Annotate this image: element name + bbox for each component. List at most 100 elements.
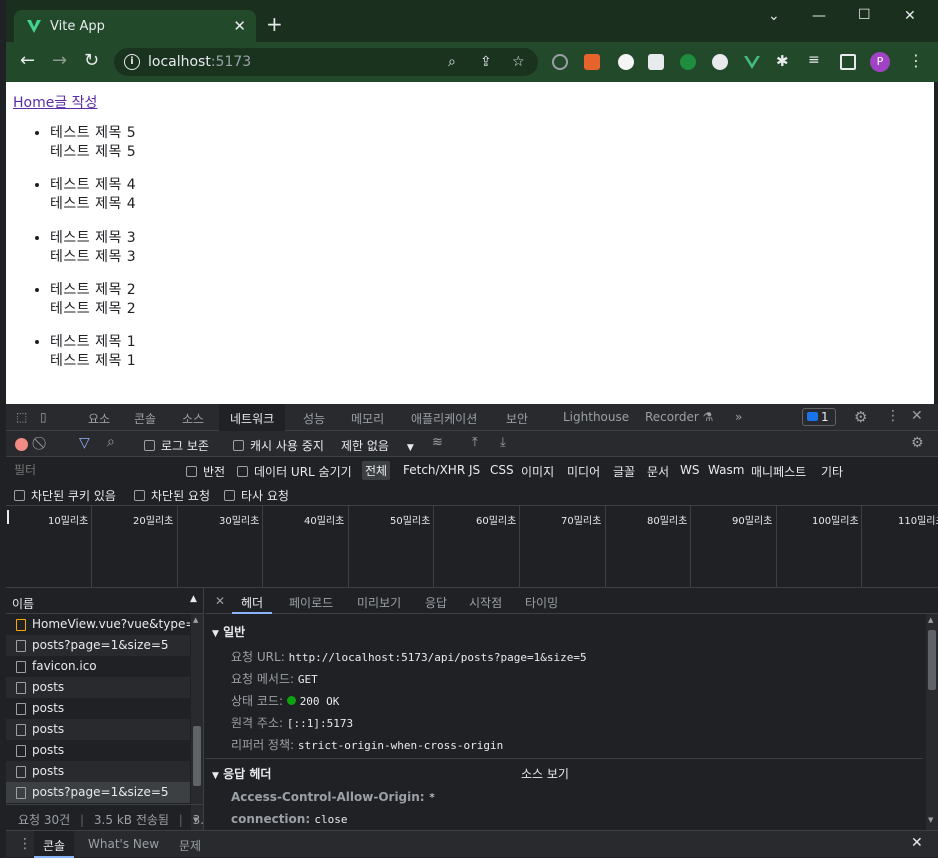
type-filter-doc[interactable]: 문서	[647, 463, 669, 480]
extension-4-icon[interactable]	[648, 54, 664, 70]
share-icon[interactable]: ⇪	[480, 54, 492, 70]
tab-response[interactable]: 응답	[425, 594, 447, 611]
profile-avatar[interactable]: P	[870, 52, 890, 72]
invert-checkbox[interactable]: 반전	[186, 463, 225, 480]
export-har-icon[interactable]: ⤓	[500, 435, 506, 450]
tab-elements[interactable]: 요소	[88, 410, 110, 427]
type-filter-all[interactable]: 전체	[362, 461, 391, 480]
media-control-icon[interactable]: ≡	[808, 52, 824, 68]
filter-icon[interactable]: ▽	[79, 435, 90, 451]
tab-lighthouse[interactable]: Lighthouse	[563, 410, 629, 424]
zoom-icon[interactable]: ⌕	[448, 54, 456, 70]
type-filter-fetch[interactable]: Fetch/XHR	[403, 463, 465, 477]
new-tab-icon[interactable]: +	[266, 14, 283, 34]
scrollbar-thumb[interactable]	[193, 726, 201, 786]
disable-cache-checkbox[interactable]: 캐시 사용 중지	[233, 437, 324, 454]
browser-menu-icon[interactable]: ⋮	[908, 51, 924, 70]
request-row[interactable]: posts	[6, 698, 190, 719]
type-filter-media[interactable]: 미디어	[567, 463, 600, 480]
request-url-value[interactable]: http://localhost:5173/api/posts?page=1&s…	[289, 651, 587, 664]
request-row[interactable]: HomeView.vue?vue&type=style	[6, 614, 190, 635]
close-devtools-icon[interactable]: ✕	[911, 408, 923, 424]
tab-timing[interactable]: 타이밍	[525, 594, 558, 611]
type-filter-other[interactable]: 기타	[821, 463, 843, 480]
request-row[interactable]: posts	[6, 761, 190, 782]
tab-headers[interactable]: 헤더	[232, 588, 273, 614]
tab-security[interactable]: 보안	[506, 410, 528, 427]
extensions-puzzle-icon[interactable]: ✱	[776, 52, 792, 70]
reload-icon[interactable]: ↻	[84, 52, 99, 70]
filter-input[interactable]	[10, 461, 172, 479]
request-row[interactable]: posts	[6, 677, 190, 698]
extension-1-icon[interactable]	[552, 54, 568, 70]
tab-initiator[interactable]: 시작점	[469, 594, 502, 611]
post-title[interactable]: 테스트 제목 4	[50, 176, 136, 195]
post-title[interactable]: 테스트 제목 3	[50, 229, 136, 248]
sort-up-icon[interactable]: ▲	[190, 594, 197, 604]
scroll-down-icon[interactable]: ▼	[928, 816, 933, 824]
forward-icon[interactable]: →	[52, 52, 67, 70]
close-tab-icon[interactable]: ✕	[233, 17, 246, 35]
drawer-tab-issues[interactable]: 문제	[179, 837, 201, 854]
network-conditions-icon[interactable]: ≋	[432, 435, 443, 450]
scrollbar-thumb[interactable]	[928, 630, 936, 690]
more-tabs-icon[interactable]: »	[735, 410, 742, 424]
details-scrollbar[interactable]: ▲ ▼	[926, 614, 938, 830]
type-filter-manifest[interactable]: 매니페스트	[751, 463, 806, 480]
devtools-menu-icon[interactable]: ⋮	[886, 408, 900, 424]
tab-sources[interactable]: 소스	[182, 410, 204, 427]
extension-6-icon[interactable]	[712, 54, 728, 70]
tab-network[interactable]: 네트워크	[219, 404, 286, 431]
url-text[interactable]: localhost:5173	[148, 54, 251, 70]
post-title[interactable]: 테스트 제목 1	[50, 333, 136, 352]
view-source-link[interactable]: 소스 보기	[521, 765, 569, 782]
tab-preview[interactable]: 미리보기	[357, 594, 401, 611]
network-overview-timeline[interactable]: 10밀리초 20밀리초 30밀리초 40밀리초 50밀리초 60밀리초 70밀리…	[6, 506, 938, 588]
device-toolbar-icon[interactable]: ▯	[40, 410, 47, 424]
request-row[interactable]: favicon.ico	[6, 656, 190, 677]
preserve-log-checkbox[interactable]: 로그 보존	[144, 437, 209, 454]
scroll-up-icon[interactable]: ▲	[193, 616, 198, 624]
inspect-element-icon[interactable]: ⬚	[16, 410, 27, 424]
blocked-requests-checkbox[interactable]: 차단된 요청	[134, 487, 210, 504]
drawer-menu-icon[interactable]: ⋮	[18, 836, 32, 852]
close-details-icon[interactable]: ✕	[215, 594, 225, 608]
minimize-icon[interactable]: —	[812, 8, 826, 24]
tab-memory[interactable]: 메모리	[351, 410, 384, 427]
network-settings-icon[interactable]: ⚙	[911, 435, 924, 451]
type-filter-ws[interactable]: WS	[680, 463, 699, 477]
blocked-cookies-checkbox[interactable]: 차단된 쿠키 있음	[14, 487, 116, 504]
tab-search-icon[interactable]: ⌄	[768, 8, 780, 24]
record-icon[interactable]	[15, 438, 28, 451]
throttling-select[interactable]: 제한 없음 ▼	[341, 437, 414, 454]
response-headers-section-header[interactable]: ▼ 응답 헤더	[212, 765, 271, 782]
maximize-icon[interactable]: ☐	[858, 7, 871, 23]
back-icon[interactable]: ←	[20, 52, 35, 70]
post-title[interactable]: 테스트 제목 5	[50, 124, 136, 143]
tab-performance[interactable]: 성능	[303, 410, 325, 427]
timeline-start-handle[interactable]	[7, 510, 9, 524]
site-info-icon[interactable]: i	[124, 54, 140, 70]
tab-console[interactable]: 콘솔	[134, 410, 156, 427]
drawer-tab-console[interactable]: 콘솔	[34, 831, 75, 858]
general-section-header[interactable]: ▼ 일반	[212, 623, 245, 640]
home-link[interactable]: Home	[13, 95, 54, 111]
import-har-icon[interactable]: ⤒	[472, 435, 478, 450]
extension-3-icon[interactable]	[618, 54, 634, 70]
request-row[interactable]: posts?page=1&size=5	[6, 635, 190, 656]
type-filter-js[interactable]: JS	[469, 463, 480, 477]
type-filter-wasm[interactable]: Wasm	[708, 463, 744, 477]
close-drawer-icon[interactable]: ✕	[911, 835, 923, 851]
request-row-selected[interactable]: posts?page=1&size=5	[6, 782, 190, 803]
extension-5-icon[interactable]	[680, 54, 696, 70]
request-row[interactable]: posts	[6, 740, 190, 761]
extension-2-icon[interactable]	[584, 54, 600, 70]
close-window-icon[interactable]: ✕	[904, 8, 916, 24]
type-filter-img[interactable]: 이미지	[521, 463, 554, 480]
request-row[interactable]: posts	[6, 719, 190, 740]
tab-application[interactable]: 애플리케이션	[411, 410, 477, 427]
write-post-link[interactable]: 글 작성	[54, 95, 97, 111]
hide-data-urls-checkbox[interactable]: 데이터 URL 숨기기	[237, 463, 352, 480]
type-filter-font[interactable]: 글꼴	[613, 463, 635, 480]
tab-recorder[interactable]: Recorder ⚗	[645, 410, 713, 424]
